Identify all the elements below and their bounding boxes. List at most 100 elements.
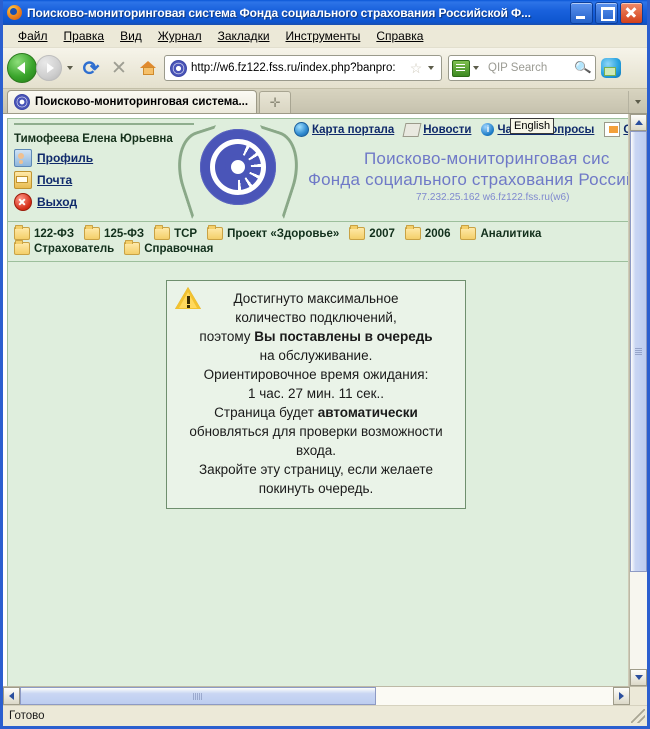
profile-icon	[14, 149, 32, 167]
menu-item-file[interactable]: Файл	[11, 27, 55, 45]
back-button[interactable]	[7, 53, 37, 83]
user-link-profile[interactable]: Профиль	[14, 149, 194, 167]
history-dropdown-icon[interactable]	[64, 66, 76, 70]
news-icon	[402, 122, 422, 137]
page-content: Достигнуто максимальное количество подкл…	[7, 262, 628, 686]
top-links: Карта портала Новости i Частые вопросы	[294, 118, 628, 137]
stop-button[interactable]: ✕	[106, 55, 132, 81]
folder-label: Проект «Здоровье»	[227, 227, 340, 240]
folder-nav-row-2: Страхователь Справочная	[12, 240, 628, 256]
home-icon	[139, 60, 157, 76]
qip-icon[interactable]	[452, 59, 470, 77]
page-inner: Тимофеева Елена Юрьевна Профиль Почта Вы…	[3, 114, 629, 686]
scroll-down-button[interactable]	[630, 669, 647, 686]
new-tab-button[interactable]: ✛	[259, 91, 292, 113]
folder-item-2007[interactable]: 2007	[347, 225, 401, 241]
portal-map-label[interactable]: Карта портала	[312, 124, 394, 136]
scroll-left-button[interactable]	[3, 687, 20, 705]
top-link-news[interactable]: Новости	[402, 122, 471, 137]
firefox-icon	[7, 4, 23, 21]
menu-item-bookmarks[interactable]: Закладки	[211, 27, 277, 45]
horizontal-scrollbar[interactable]	[3, 686, 647, 705]
message-line-5: Ориентировочное время ожидания:	[203, 367, 429, 382]
site-title-line1: Поисково-мониторинговая сис	[364, 149, 610, 168]
site-header: Тимофеева Елена Юрьевна Профиль Почта Вы…	[7, 115, 629, 225]
resize-grip[interactable]	[631, 709, 645, 723]
scroll-right-button[interactable]	[613, 687, 630, 705]
exit-icon	[14, 193, 32, 211]
news-label[interactable]: Новости	[423, 124, 471, 136]
folder-item-analytics[interactable]: Аналитика	[458, 225, 547, 241]
folder-item-insurer[interactable]: Страхователь	[12, 240, 120, 256]
tab-active[interactable]: Поисково-мониторинговая система...	[7, 90, 258, 113]
feedback-label[interactable]: Обр.	[623, 124, 628, 136]
tab-strip: Поисково-мониторинговая система... ✛	[3, 89, 647, 114]
exit-link-label[interactable]: Выход	[37, 195, 77, 209]
mail-link-label[interactable]: Почта	[37, 173, 72, 187]
url-bar[interactable]: http://w6.fz122.fss.ru/index.php?banpro:…	[164, 55, 442, 81]
folder-icon	[124, 240, 141, 255]
message-line-7: Страница будет автоматически	[177, 403, 455, 422]
scrollbar-corner	[630, 687, 647, 705]
folder-nav-row-1: 122-ФЗ 125-ФЗ ТСР Проект «Здоровье» 2007…	[12, 225, 628, 241]
folder-item-tsr[interactable]: ТСР	[152, 225, 203, 241]
skype-button[interactable]	[598, 55, 624, 81]
user-link-mail[interactable]: Почта	[14, 171, 194, 189]
folder-icon	[207, 225, 224, 240]
fss-emblem-icon	[166, 115, 310, 225]
globe-icon	[294, 122, 309, 137]
menu-bar: Файл Правка Вид Журнал Закладки Инструме…	[3, 25, 647, 48]
folder-label: Справочная	[144, 242, 214, 255]
folder-label: 122-ФЗ	[34, 227, 75, 240]
url-text[interactable]: http://w6.fz122.fss.ru/index.php?banpro:	[191, 62, 408, 74]
menu-item-history[interactable]: Журнал	[151, 27, 209, 45]
minimize-button[interactable]	[570, 1, 593, 24]
search-engine-dropdown-icon[interactable]	[470, 66, 482, 70]
status-bar: Готово	[3, 705, 647, 726]
profile-link-label[interactable]: Профиль	[37, 151, 93, 165]
scroll-up-button[interactable]	[630, 114, 647, 131]
forward-button[interactable]	[36, 55, 62, 81]
maximize-button[interactable]	[595, 1, 618, 24]
folder-item-reference[interactable]: Справочная	[122, 240, 219, 256]
warning-triangle-icon	[175, 287, 201, 310]
bookmark-star-icon[interactable]: ☆	[408, 61, 424, 75]
vertical-scroll-thumb[interactable]	[630, 131, 647, 573]
user-link-exit[interactable]: Выход	[14, 193, 194, 211]
folder-icon	[404, 225, 421, 240]
folder-icon	[460, 225, 477, 240]
message-line-4: на обслуживание.	[259, 348, 373, 363]
message-line-3-prefix: поэтому	[199, 329, 255, 344]
folder-item-122fz[interactable]: 122-ФЗ	[12, 225, 80, 241]
menu-item-tools[interactable]: Инструменты	[279, 27, 368, 45]
message-line-3: поэтому Вы поставлены в очередь	[177, 327, 455, 346]
horizontal-scroll-thumb[interactable]	[20, 687, 376, 705]
vertical-scrollbar[interactable]	[629, 114, 647, 686]
vertical-scroll-track[interactable]	[630, 131, 647, 669]
window-title: Поисково-мониторинговая система Фонда со…	[27, 5, 531, 20]
tab-list-icon[interactable]	[628, 91, 647, 113]
top-link-portal-map[interactable]: Карта портала	[294, 122, 394, 137]
horizontal-scroll-track[interactable]	[20, 687, 613, 705]
navigation-toolbar: ⟳ ✕ http://w6.fz122.fss.ru/index.php?ban…	[3, 48, 647, 89]
url-dropdown-icon[interactable]	[424, 66, 438, 70]
folder-icon	[154, 225, 171, 240]
top-link-feedback[interactable]: Обр.	[604, 122, 628, 137]
magnifier-icon[interactable]: 🔍	[573, 58, 594, 77]
folder-item-125fz[interactable]: 125-ФЗ	[82, 225, 150, 241]
reload-button[interactable]: ⟳	[78, 55, 104, 81]
folder-item-health-project[interactable]: Проект «Здоровье»	[205, 225, 345, 241]
folder-item-2006[interactable]: 2006	[403, 225, 457, 241]
window-controls	[570, 1, 645, 24]
home-button[interactable]	[134, 55, 162, 81]
menu-item-edit[interactable]: Правка	[57, 27, 112, 45]
close-button[interactable]	[620, 1, 643, 24]
english-tooltip: English	[510, 118, 555, 134]
browser-window: Поисково-мониторинговая система Фонда со…	[0, 0, 650, 729]
menu-item-help[interactable]: Справка	[369, 27, 430, 45]
search-input[interactable]: QIP Search	[482, 62, 574, 74]
site-title-line2: Фонда социального страхования Российс	[308, 170, 629, 189]
search-box[interactable]: QIP Search 🔍	[448, 55, 596, 81]
menu-item-view[interactable]: Вид	[113, 27, 149, 45]
folder-label: ТСР	[174, 227, 198, 240]
